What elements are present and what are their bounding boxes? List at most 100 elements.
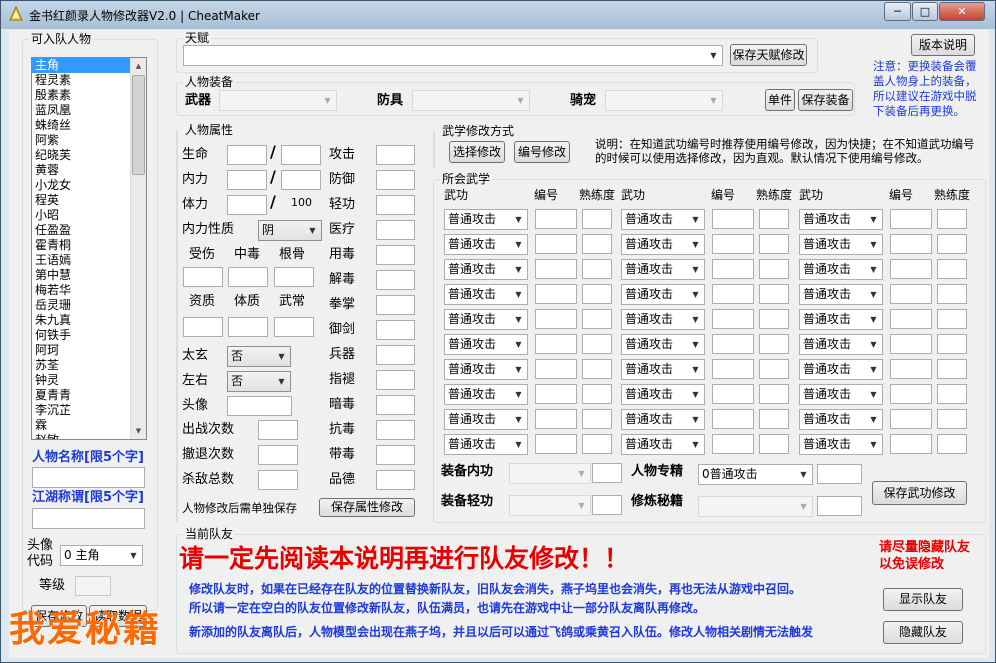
roster-item[interactable]: 阿珂 [32,343,146,358]
skill-proficiency-input[interactable] [759,234,789,254]
skill-select[interactable]: 普通攻击 ▼ [621,234,705,255]
skill-number-input[interactable] [890,234,932,254]
attribute-input[interactable] [376,420,415,440]
roster-item[interactable]: 蓝凤凰 [32,103,146,118]
save-attributes-button[interactable]: 保存属性修改 [319,498,415,517]
attribute-input[interactable] [376,320,415,340]
equip-inner-input[interactable] [592,463,622,483]
skill-number-input[interactable] [890,284,932,304]
skill-select[interactable]: 普通攻击 ▼ [444,234,528,255]
maximize-button[interactable]: □ [912,2,938,21]
skill-number-input[interactable] [712,434,754,454]
skill-proficiency-input[interactable] [582,234,612,254]
skill-number-input[interactable] [712,209,754,229]
roster-item[interactable]: 主角 [32,58,146,73]
skill-proficiency-input[interactable] [759,209,789,229]
skill-proficiency-input[interactable] [937,259,967,279]
skill-select[interactable]: 普通攻击 ▼ [621,359,705,380]
skill-select[interactable]: 普通攻击 ▼ [444,384,528,405]
close-button[interactable]: ✕ [939,2,985,21]
skill-number-input[interactable] [535,284,577,304]
skill-number-input[interactable] [712,409,754,429]
poison-input[interactable] [228,267,268,287]
skill-number-input[interactable] [712,309,754,329]
armor-select[interactable]: ▼ [412,90,530,111]
roster-list[interactable]: 主角 程灵素 殷素素 蓝凤凰 蛛绮丝 阿紫 纪晓芙 黄蓉 小龙女 程英 小昭 任盈盈 霍青桐 王语嫣 第中慧… [31,57,147,440]
save-equipment-button[interactable]: 保存装备 [798,89,853,111]
save-skills-button[interactable]: 保存武功修改 [872,481,967,505]
skill-number-input[interactable] [712,359,754,379]
root-input[interactable] [274,267,314,287]
skill-select[interactable]: 普通攻击 ▼ [799,384,883,405]
roster-item[interactable]: 王语嫣 [32,253,146,268]
skill-proficiency-input[interactable] [937,234,967,254]
skill-number-input[interactable] [890,209,932,229]
mp-max-input[interactable] [281,170,321,190]
kills-input[interactable] [258,470,298,490]
hp-current-input[interactable] [227,145,267,165]
nature-select[interactable]: 阴 ▼ [258,220,322,241]
roster-item[interactable]: 霍青桐 [32,238,146,253]
skill-number-input[interactable] [890,334,932,354]
roster-item[interactable]: 第中慧 [32,268,146,283]
skill-select[interactable]: 普通攻击 ▼ [799,434,883,455]
avatar-code-select[interactable]: 0 主角 ▼ [60,545,143,566]
skill-select[interactable]: 普通攻击 ▼ [799,309,883,330]
skill-select[interactable]: 普通攻击 ▼ [444,209,528,230]
skill-proficiency-input[interactable] [759,434,789,454]
skill-proficiency-input[interactable] [582,209,612,229]
battles-input[interactable] [258,420,298,440]
skill-number-input[interactable] [890,384,932,404]
skill-proficiency-input[interactable] [759,359,789,379]
skill-select[interactable]: 普通攻击 ▼ [799,284,883,305]
skill-proficiency-input[interactable] [582,384,612,404]
taixuan-select[interactable]: 否 ▼ [227,346,291,367]
attribute-input[interactable] [376,470,415,490]
skill-number-input[interactable] [890,359,932,379]
skill-select[interactable]: 普通攻击 ▼ [444,409,528,430]
skill-number-input[interactable] [535,359,577,379]
hide-party-button[interactable]: 隐藏队友 [883,621,963,644]
single-item-button[interactable]: 单件 [765,89,795,111]
skill-number-input[interactable] [535,234,577,254]
skill-number-input[interactable] [535,209,577,229]
skill-select[interactable]: 普通攻击 ▼ [621,209,705,230]
portrait-input[interactable] [227,396,292,416]
roster-item[interactable]: 李沉芷 [32,403,146,418]
skill-select[interactable]: 普通攻击 ▼ [444,284,528,305]
skill-select[interactable]: 普通攻击 ▼ [799,409,883,430]
skill-proficiency-input[interactable] [759,334,789,354]
roster-item[interactable]: 岳灵珊 [32,298,146,313]
mount-select[interactable]: ▼ [605,90,723,111]
name-input[interactable] [32,467,145,488]
book-select[interactable]: ▼ [698,496,813,517]
level-input[interactable] [75,576,111,596]
retreats-input[interactable] [258,445,298,465]
skill-number-input[interactable] [712,284,754,304]
roster-item[interactable]: 夏青青 [32,388,146,403]
skill-select[interactable]: 普通攻击 ▼ [621,284,705,305]
title-input[interactable] [32,508,145,529]
physique-input[interactable] [228,317,268,337]
scroll-down-icon[interactable]: ▼ [131,423,146,439]
skill-proficiency-input[interactable] [937,334,967,354]
equip-light-input[interactable] [592,495,622,515]
skill-proficiency-input[interactable] [582,434,612,454]
attribute-input[interactable] [376,445,415,465]
skill-proficiency-input[interactable] [937,409,967,429]
skill-proficiency-input[interactable] [937,209,967,229]
specialty-select[interactable]: 0普通攻击 ▼ [698,464,813,485]
skill-proficiency-input[interactable] [582,334,612,354]
skill-number-input[interactable] [535,409,577,429]
attribute-input[interactable] [376,245,415,265]
skill-proficiency-input[interactable] [937,434,967,454]
mp-current-input[interactable] [227,170,267,190]
skill-select[interactable]: 普通攻击 ▼ [444,334,528,355]
zuoyou-select[interactable]: 否 ▼ [227,371,291,392]
skill-select[interactable]: 普通攻击 ▼ [799,359,883,380]
roster-item[interactable]: 程灵素 [32,73,146,88]
skill-number-input[interactable] [712,259,754,279]
stamina-input[interactable] [227,195,267,215]
skill-select[interactable]: 普通攻击 ▼ [799,259,883,280]
roster-item[interactable]: 阿紫 [32,133,146,148]
